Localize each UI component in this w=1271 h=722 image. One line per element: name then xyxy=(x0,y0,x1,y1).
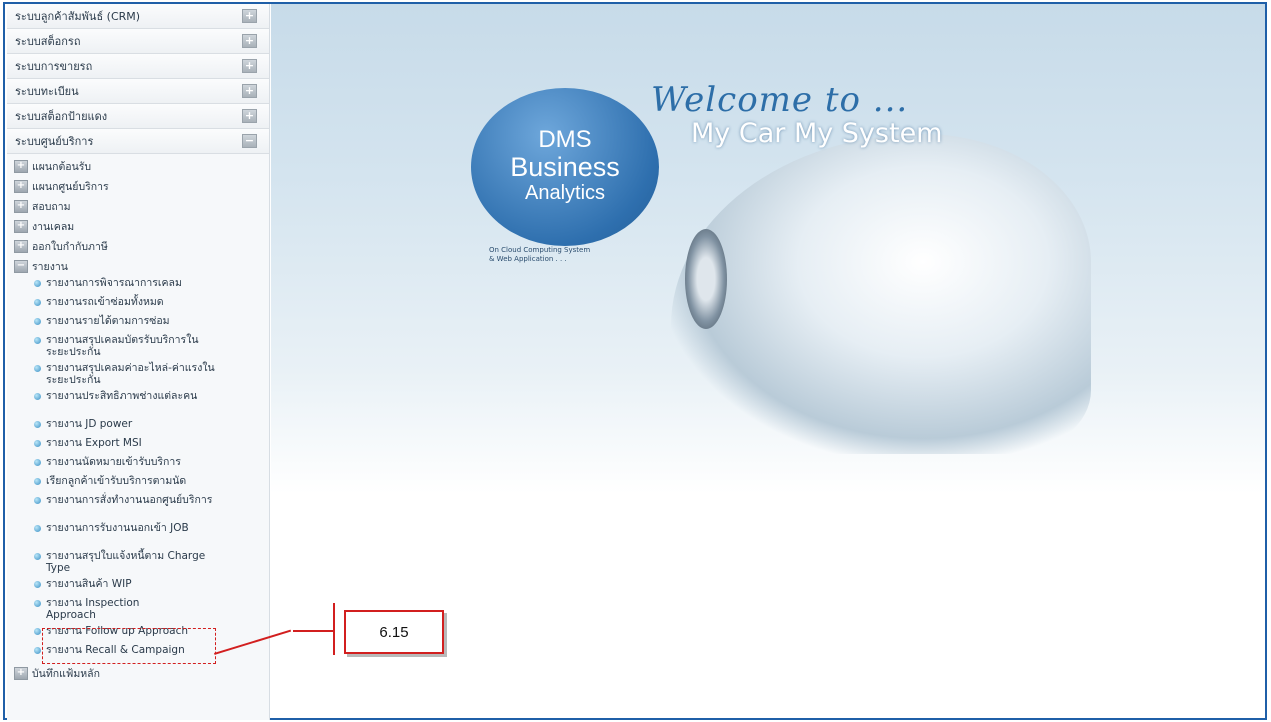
bullet-icon xyxy=(34,525,41,532)
bullet-icon xyxy=(34,365,41,372)
menu-car-sales[interactable]: ระบบการขายรถ + xyxy=(7,54,269,79)
bullet-icon xyxy=(34,478,41,485)
bullet-icon xyxy=(34,647,41,654)
report-item[interactable]: รายงานการพิจารณาการเคลม xyxy=(7,277,269,296)
highlight-box xyxy=(42,628,216,664)
tree-item-tax-invoice[interactable]: + ออกใบกำกับภาษี xyxy=(7,236,269,256)
tree-item-claims[interactable]: + งานเคลม xyxy=(7,216,269,236)
report-item[interactable]: รายงานการสั่งทำงานนอกศูนย์บริการ xyxy=(7,494,269,522)
tree-item-reports[interactable]: − รายงาน xyxy=(7,256,269,276)
tree-item-master-data[interactable]: + บันทึกแฟ้มหลัก xyxy=(7,663,269,683)
tree-item-reception[interactable]: + แผนกต้อนรับ xyxy=(7,156,269,176)
expand-icon[interactable]: + xyxy=(242,34,257,48)
bullet-icon xyxy=(34,497,41,504)
tree-item-label: แผนกศูนย์บริการ xyxy=(32,180,109,193)
logo-line-business: Business xyxy=(510,152,620,182)
report-item[interactable]: เรียกลูกค้าเข้ารับบริการตามนัด xyxy=(7,475,269,494)
report-item[interactable]: รายงานสรุปใบแจ้งหนี้ตาม Charge Type xyxy=(7,550,269,578)
expand-icon[interactable]: + xyxy=(14,199,28,213)
menu-registration-label: ระบบทะเบียน xyxy=(15,85,79,98)
bullet-icon xyxy=(34,628,41,635)
tree-item-label: รายงาน xyxy=(32,260,68,273)
tree-item-inquiry[interactable]: + สอบถาม xyxy=(7,196,269,216)
callout-bracket xyxy=(333,603,341,655)
menu-service-center[interactable]: ระบบศูนย์บริการ − xyxy=(7,129,269,154)
car-wheel xyxy=(685,229,727,329)
menu-registration[interactable]: ระบบทะเบียน + xyxy=(7,79,269,104)
report-item[interactable]: รายงานรายได้ตามการซ่อม xyxy=(7,315,269,334)
expand-icon[interactable]: + xyxy=(242,59,257,73)
report-item[interactable]: รายงานสินค้า WIP xyxy=(7,578,269,597)
tree-item-label: บันทึกแฟ้มหลัก xyxy=(32,667,100,680)
welcome-banner: DMS Business Analytics On Cloud Computin… xyxy=(271,4,1265,494)
callout-line xyxy=(293,630,335,632)
tree-item-label: สอบถาม xyxy=(32,200,71,213)
menu-crm[interactable]: ระบบลูกค้าสัมพันธ์ (CRM) + xyxy=(7,4,269,29)
bullet-icon xyxy=(34,280,41,287)
report-item-inspection-approach[interactable]: รายงาน Inspection Approach xyxy=(7,597,269,625)
sidebar-menu: ระบบลูกค้าสัมพันธ์ (CRM) + ระบบสต็อกรถ +… xyxy=(7,4,270,720)
tree-item-label: ออกใบกำกับภาษี xyxy=(32,240,108,253)
tree-item-label: แผนกต้อนรับ xyxy=(32,160,92,173)
tagline-text: My Car My System xyxy=(691,118,943,149)
expand-icon[interactable]: + xyxy=(242,84,257,98)
bullet-icon xyxy=(34,393,41,400)
report-item[interactable]: รายงาน JD power xyxy=(7,418,269,437)
menu-crm-label: ระบบลูกค้าสัมพันธ์ (CRM) xyxy=(15,10,141,23)
tree-item-service-dept[interactable]: + แผนกศูนย์บริการ xyxy=(7,176,269,196)
expand-icon[interactable]: + xyxy=(14,219,28,233)
expand-icon[interactable]: + xyxy=(14,239,28,253)
bullet-icon xyxy=(34,299,41,306)
menu-car-stock-label: ระบบสต็อกรถ xyxy=(15,35,81,48)
expand-icon[interactable]: + xyxy=(14,179,28,193)
menu-service-center-label: ระบบศูนย์บริการ xyxy=(15,135,94,148)
bullet-icon xyxy=(34,553,41,560)
logo-line-dms: DMS xyxy=(538,126,592,153)
app-frame: ระบบลูกค้าสัมพันธ์ (CRM) + ระบบสต็อกรถ +… xyxy=(3,2,1267,720)
collapse-icon[interactable]: − xyxy=(242,134,257,148)
logo-caption: On Cloud Computing System & Web Applicat… xyxy=(489,246,590,264)
bullet-icon xyxy=(34,459,41,466)
expand-icon[interactable]: + xyxy=(14,666,28,680)
logo-line-analytics: Analytics xyxy=(524,182,606,204)
bullet-icon xyxy=(34,318,41,325)
report-item[interactable]: รายงานสรุปเคลมค่าอะไหล่-ค่าแรงในระยะประก… xyxy=(7,362,269,390)
car-image xyxy=(671,134,1091,454)
bullet-icon xyxy=(34,421,41,428)
report-item[interactable]: รายงานรถเข้าซ่อมทั้งหมด xyxy=(7,296,269,315)
caption-line-2: & Web Application . . . xyxy=(489,255,567,263)
menu-red-plate-stock-label: ระบบสต็อกป้ายแดง xyxy=(15,110,108,123)
expand-icon[interactable]: + xyxy=(242,109,257,123)
report-item[interactable]: รายงานสรุปเคลมบัตรรับบริการในระยะประกัน xyxy=(7,334,269,362)
menu-car-stock[interactable]: ระบบสต็อกรถ + xyxy=(7,29,269,54)
tree-item-label: งานเคลม xyxy=(32,220,75,233)
expand-icon[interactable]: + xyxy=(14,159,28,173)
bullet-icon xyxy=(34,337,41,344)
service-tree: + แผนกต้อนรับ + แผนกศูนย์บริการ + สอบถาม… xyxy=(7,154,269,683)
bullet-icon xyxy=(34,600,41,607)
bullet-icon xyxy=(34,440,41,447)
menu-car-sales-label: ระบบการขายรถ xyxy=(15,60,93,73)
report-item[interactable]: รายงานการรับงานนอกเข้า JOB xyxy=(7,522,269,550)
report-item[interactable]: รายงานนัดหมายเข้ารับบริการ xyxy=(7,456,269,475)
welcome-text: Welcome to ... xyxy=(651,80,909,120)
report-item[interactable]: รายงานประสิทธิภาพช่างแต่ละคน xyxy=(7,390,269,418)
dms-logo: DMS Business Analytics xyxy=(471,88,659,246)
caption-line-1: On Cloud Computing System xyxy=(489,246,591,254)
callout-label: 6.15 xyxy=(344,610,444,654)
bullet-icon xyxy=(34,581,41,588)
collapse-icon[interactable]: − xyxy=(14,259,28,273)
report-list: รายงานการพิจารณาการเคลม รายงานรถเข้าซ่อม… xyxy=(7,276,269,663)
report-item[interactable]: รายงาน Export MSI xyxy=(7,437,269,456)
menu-red-plate-stock[interactable]: ระบบสต็อกป้ายแดง + xyxy=(7,104,269,129)
expand-icon[interactable]: + xyxy=(242,9,257,23)
